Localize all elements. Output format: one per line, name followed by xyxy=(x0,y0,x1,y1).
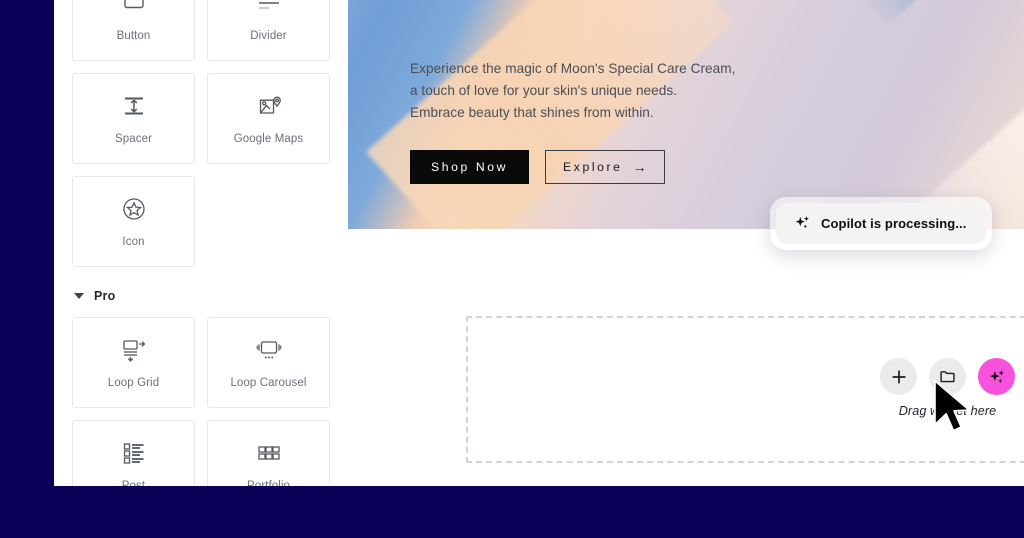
explore-label: Explore xyxy=(563,160,623,175)
hero-paragraph-line: Experience the magic of Moon's Special C… xyxy=(410,61,736,76)
google-maps-icon xyxy=(254,91,284,121)
loop-grid-icon xyxy=(119,335,149,365)
hero-section: Experience the magic of Moon's Special C… xyxy=(348,0,1024,229)
widget-card-button[interactable]: Button xyxy=(72,0,195,61)
widget-label: Post xyxy=(122,481,145,486)
widget-card-post[interactable]: Post xyxy=(72,420,195,486)
widget-label: Loop Grid xyxy=(107,377,160,390)
shop-now-label: Shop Now xyxy=(431,160,509,175)
widget-panel: Button Divider Spacer Google Maps Icon P… xyxy=(54,0,348,486)
copilot-status-text: Copilot is processing... xyxy=(821,216,967,231)
divider-icon xyxy=(254,0,284,18)
widget-label: Google Maps xyxy=(233,133,304,146)
hero-button-group: Shop Now Explore → xyxy=(410,150,735,185)
loop-carousel-icon xyxy=(254,335,284,365)
canvas-preview: Experience the magic of Moon's Special C… xyxy=(348,0,1024,486)
widget-card-loop-carousel[interactable]: Loop Carousel xyxy=(207,317,330,408)
copilot-toast-inner: Copilot is processing... xyxy=(776,203,987,244)
explore-button[interactable]: Explore → xyxy=(545,150,665,185)
widget-label: Icon xyxy=(122,236,145,249)
sparkles-icon xyxy=(794,215,811,232)
widget-card-icon[interactable]: Icon xyxy=(72,176,195,267)
widget-label: Spacer xyxy=(114,133,153,146)
portfolio-icon xyxy=(254,438,284,468)
spacer-icon xyxy=(119,91,149,121)
widget-card-spacer[interactable]: Spacer xyxy=(72,73,195,164)
widget-grid-basic: Button Divider Spacer Google Maps Icon xyxy=(72,0,330,267)
widget-label: Divider xyxy=(250,30,287,43)
drop-zone-actions: Drag widget here xyxy=(880,358,1015,418)
section-header-pro[interactable]: Pro xyxy=(74,289,330,303)
star-icon xyxy=(119,194,149,224)
hero-paragraph-line: Embrace beauty that shines from within. xyxy=(410,105,654,121)
hero-content: Experience the magic of Moon's Special C… xyxy=(410,58,736,185)
plus-icon xyxy=(891,369,907,385)
editor-window: Button Divider Spacer Google Maps Icon P… xyxy=(0,0,1024,538)
widget-card-loop-grid[interactable]: Loop Grid xyxy=(72,317,195,408)
post-icon xyxy=(119,438,149,468)
widget-card-google-maps[interactable]: Google Maps xyxy=(207,73,330,164)
widget-card-portfolio[interactable]: Portfolio xyxy=(207,420,330,486)
widget-grid-pro: Loop Grid Loop Carousel xyxy=(72,317,330,486)
widget-label: Button xyxy=(116,30,151,43)
drop-zone-button-row xyxy=(880,358,1015,395)
section-title: Pro xyxy=(94,289,116,303)
chevron-down-icon xyxy=(74,293,84,299)
widget-label: Loop Carousel xyxy=(230,377,307,390)
hero-paragraph-line: a touch of love for your skin's unique n… xyxy=(410,83,678,99)
copilot-processing-toast: Copilot is processing... xyxy=(770,197,993,250)
arrow-right-icon: → xyxy=(632,159,647,176)
folder-icon-button[interactable] xyxy=(929,358,966,395)
widget-drop-zone[interactable]: Drag widget here xyxy=(466,316,1024,463)
ai-copilot-button[interactable] xyxy=(978,358,1015,395)
widget-label: Portfolio xyxy=(247,481,290,486)
shop-now-button[interactable]: Shop Now xyxy=(410,150,530,185)
button-icon xyxy=(119,0,149,18)
sparkles-icon xyxy=(988,368,1006,386)
drop-zone-label: Drag widget here xyxy=(898,404,997,418)
widget-card-divider[interactable]: Divider xyxy=(207,0,330,61)
folder-icon xyxy=(939,368,956,385)
plus-icon-button[interactable] xyxy=(880,358,917,395)
